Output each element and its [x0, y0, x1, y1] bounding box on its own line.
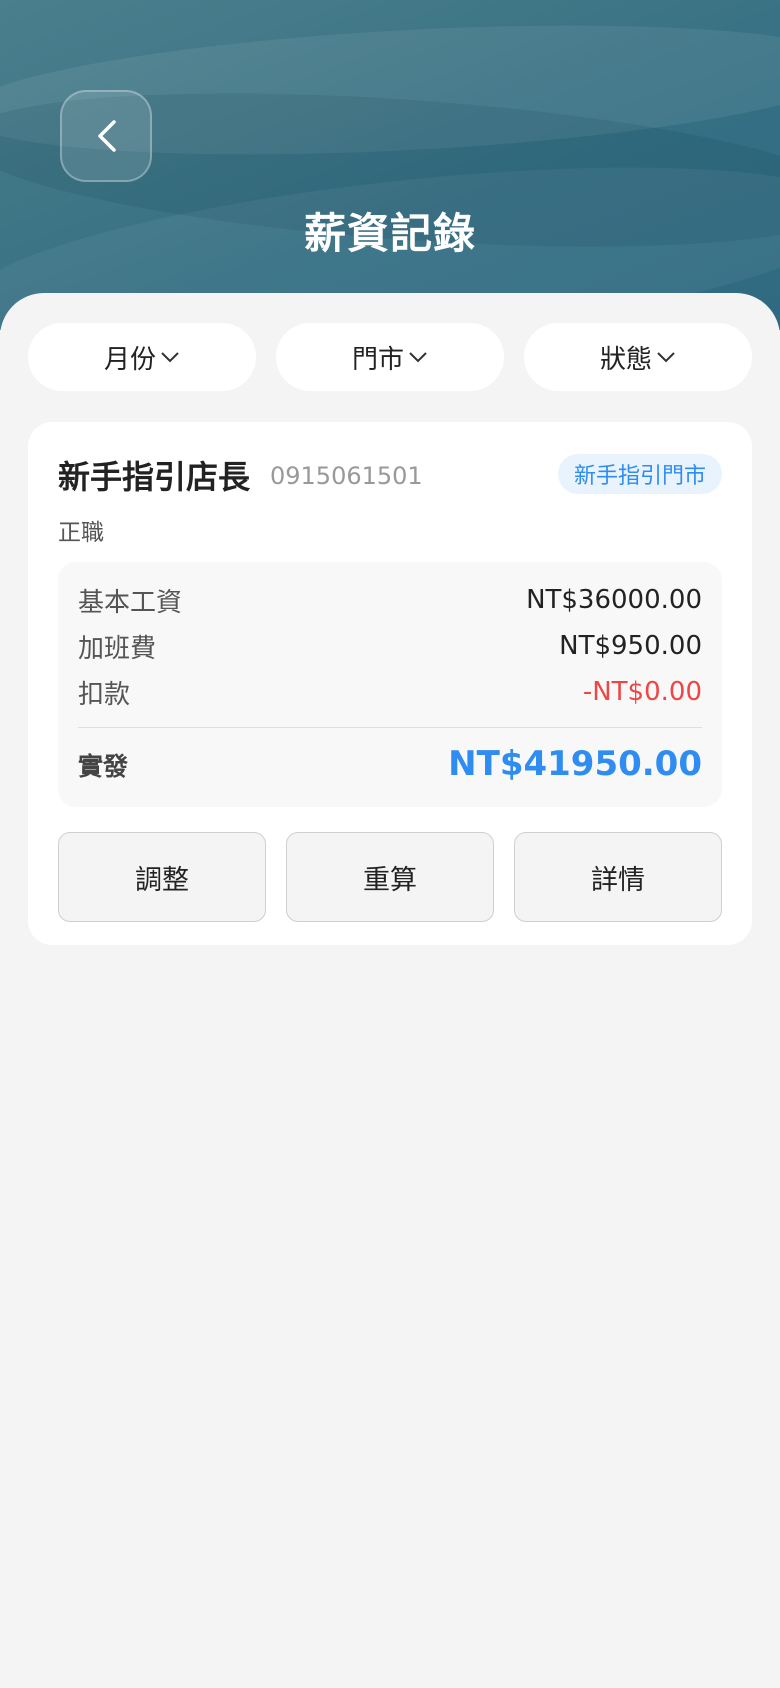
salary-row-overtime: 加班費 NT$950.00 — [78, 626, 702, 666]
salary-row-value: NT$950.00 — [559, 631, 702, 661]
content-sheet: 月份 門市 狀態 新手指引店長 0915061501 新手指引門市 正職 基本工… — [0, 293, 780, 1688]
salary-row-value: NT$36000.00 — [526, 585, 702, 615]
salary-row-label: 扣款 — [78, 679, 131, 710]
status-filter[interactable]: 狀態 — [524, 323, 752, 391]
card-actions: 調整 重算 詳情 — [58, 832, 722, 922]
chevron-down-icon — [656, 350, 676, 364]
salary-row-label: 加班費 — [78, 633, 157, 664]
salary-row-label: 基本工資 — [78, 587, 183, 618]
back-button[interactable] — [60, 90, 152, 182]
status-filter-label: 狀態 — [599, 344, 652, 375]
month-filter-label: 月份 — [103, 344, 156, 375]
net-pay-label: 實發 — [78, 752, 129, 781]
store-filter-label: 門市 — [351, 344, 404, 375]
recalculate-button[interactable]: 重算 — [286, 832, 494, 922]
chevron-left-icon — [92, 116, 120, 156]
salary-row-value: -NT$0.00 — [582, 677, 702, 707]
store-filter[interactable]: 門市 — [276, 323, 504, 391]
page-title: 薪資記錄 — [303, 209, 476, 258]
store-badge: 新手指引門市 — [557, 454, 722, 494]
salary-record-card: 新手指引店長 0915061501 新手指引門市 正職 基本工資 NT$3600… — [28, 422, 752, 945]
employee-name: 新手指引店長 — [58, 458, 251, 496]
details-button[interactable]: 詳情 — [514, 832, 722, 922]
filter-bar: 月份 門市 狀態 — [28, 323, 752, 391]
month-filter[interactable]: 月份 — [28, 323, 256, 391]
adjust-button[interactable]: 調整 — [58, 832, 266, 922]
net-pay-value: NT$41950.00 — [448, 744, 702, 784]
salary-records-page: 薪資記錄 月份 門市 狀態 新手指引店長 0915061501 新手指引門市 正… — [0, 0, 780, 1688]
salary-row-deduction: 扣款 -NT$0.00 — [78, 672, 702, 712]
employment-type: 正職 — [58, 520, 104, 546]
employee-phone: 0915061501 — [270, 462, 423, 490]
chevron-down-icon — [408, 350, 428, 364]
salary-breakdown: 基本工資 NT$36000.00 加班費 NT$950.00 扣款 -NT$0.… — [58, 562, 722, 807]
divider — [78, 727, 702, 728]
header: 薪資記錄 — [0, 0, 780, 330]
salary-row-base: 基本工資 NT$36000.00 — [78, 580, 702, 620]
chevron-down-icon — [160, 350, 180, 364]
